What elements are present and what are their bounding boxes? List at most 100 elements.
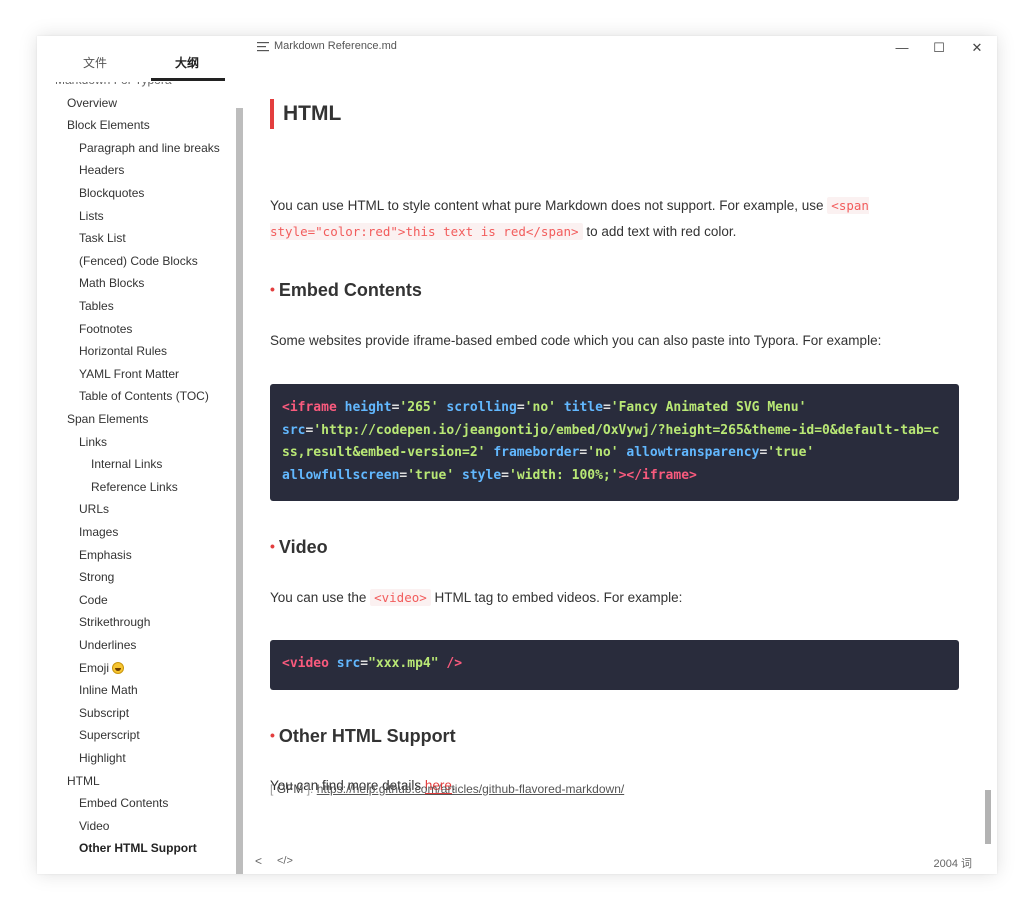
- close-button[interactable]: ✕: [965, 38, 989, 58]
- outline-item[interactable]: Blockquotes: [79, 185, 144, 201]
- intro-text-before: You can use HTML to style content what p…: [270, 198, 828, 213]
- active-tab-indicator: [151, 78, 225, 81]
- code-token-pun: [454, 468, 462, 483]
- maximize-button[interactable]: ☐: [927, 38, 951, 58]
- outline-item-label: Emoji: [79, 660, 110, 675]
- outline-item-label: Embed Contents: [79, 796, 169, 811]
- outline-item[interactable]: Span Elements: [67, 411, 148, 427]
- menu-lines-icon[interactable]: [257, 42, 269, 52]
- content-scrollbar[interactable]: [985, 790, 991, 844]
- outline-item[interactable]: Tables: [79, 298, 114, 314]
- outline-item[interactable]: Subscript: [79, 705, 129, 721]
- outline-list: Markdown For Typora Overview Block Element…: [37, 82, 237, 874]
- outline-item[interactable]: Links: [79, 434, 107, 450]
- outline-item-label: Strikethrough: [79, 615, 151, 630]
- code-token-pun: =: [516, 400, 525, 415]
- reference-definition: [ GFM ]: https://help.github.com/article…: [270, 782, 624, 796]
- outline-item[interactable]: Math Blocks: [79, 275, 144, 291]
- status-bar: < </> 2004 词: [244, 852, 997, 874]
- outline-item[interactable]: Internal Links: [91, 456, 162, 472]
- code-token-str: 'true': [407, 467, 455, 483]
- outline-item-label: Inline Math: [79, 683, 138, 698]
- document-title: Markdown Reference.md: [274, 40, 397, 52]
- outline-item-label: Blockquotes: [79, 186, 145, 200]
- outline-item[interactable]: Table of Contents (TOC): [79, 388, 209, 404]
- code-token-tag: />: [446, 656, 463, 671]
- heading-other-html: • Other HTML Support: [270, 726, 456, 747]
- video-code-block[interactable]: <video src="xxx.mp4" />: [270, 640, 959, 690]
- outline-item[interactable]: Images: [79, 524, 118, 540]
- code-token-attr: src: [336, 656, 361, 671]
- outline-item[interactable]: Strikethrough: [79, 614, 150, 630]
- outline-item[interactable]: Embed Contents: [79, 795, 168, 811]
- outline-item[interactable]: Lists: [79, 208, 104, 224]
- outline-item-label: Links: [79, 434, 108, 449]
- tab-outline[interactable]: 大纲: [175, 54, 199, 71]
- video-text-after: HTML tag to embed videos. For example:: [430, 590, 683, 605]
- app-window: 文件 大纲 Markdown For Typora Overview Block E…: [37, 36, 997, 874]
- video-text-before: You can use the: [270, 590, 371, 605]
- outline-item[interactable]: (Fenced) Code Blocks: [79, 253, 198, 269]
- embed-code-block[interactable]: <iframe height='265' scrolling='no' titl…: [270, 384, 959, 501]
- word-count[interactable]: 2004 词: [933, 855, 972, 871]
- outline-item[interactable]: YAML Front Matter: [79, 366, 179, 382]
- outline-item-label: Superscript: [79, 728, 140, 743]
- outline-item-label: Markdown For Typora: [55, 82, 172, 87]
- outline-item-label: HTML: [67, 773, 100, 788]
- outline-item[interactable]: Reference Links: [91, 479, 178, 495]
- outline-item[interactable]: Block Elements: [67, 117, 150, 133]
- editor-content[interactable]: HTML You can use HTML to style content w…: [244, 64, 997, 852]
- outline-item[interactable]: URLs: [79, 501, 109, 517]
- outline-item[interactable]: Task List: [79, 230, 126, 246]
- toggle-sidebar-button[interactable]: <: [255, 854, 262, 868]
- code-token-str: 'Fancy Animated SVG Menu': [610, 400, 807, 415]
- outline-item[interactable]: Code: [79, 592, 108, 608]
- ref-url-link[interactable]: https://help.github.com/articles/github-…: [317, 782, 624, 796]
- sidebar: 文件 大纲 Markdown For Typora Overview Block E…: [37, 36, 244, 874]
- code-token-str: 'no': [587, 445, 619, 460]
- outline-item[interactable]: HTML: [67, 773, 100, 789]
- outline-item-label: Table of Contents (TOC): [79, 389, 209, 404]
- outline-item-label: Images: [79, 525, 119, 539]
- code-token-attr: style: [462, 467, 502, 483]
- outline-item-label: Footnotes: [79, 321, 133, 336]
- outline-item[interactable]: Overview: [67, 95, 117, 111]
- outline-item-label: Block Elements: [67, 118, 150, 133]
- outline-item[interactable]: Paragraph and line breaks: [79, 140, 220, 156]
- outline-item[interactable]: Other HTML Support: [79, 840, 197, 856]
- outline-item-label: Internal Links: [91, 457, 163, 472]
- outline-item[interactable]: Emphasis: [79, 547, 132, 563]
- code-token-str: 'true': [767, 445, 815, 460]
- tab-files[interactable]: 文件: [83, 54, 107, 71]
- outline-item[interactable]: Superscript: [79, 727, 140, 743]
- outline-item[interactable]: Underlines: [79, 637, 136, 653]
- outline-item[interactable]: Horizontal Rules: [79, 343, 167, 359]
- outline-item[interactable]: Inline Math: [79, 682, 138, 698]
- sidebar-scrollbar[interactable]: [236, 108, 243, 874]
- outline-item-label: Lists: [79, 208, 104, 223]
- code-token-attr: src: [282, 422, 306, 438]
- outline-item-label: Other HTML Support: [79, 841, 197, 856]
- outline-item[interactable]: Strong: [79, 569, 114, 585]
- bullet-icon: •: [270, 538, 275, 554]
- minimize-button[interactable]: —: [890, 38, 914, 58]
- heading-embed-contents: • Embed Contents: [270, 280, 422, 301]
- ref-label: GFM: [276, 782, 304, 796]
- source-code-mode-button[interactable]: </>: [277, 855, 293, 867]
- heading-other-text: Other HTML Support: [278, 726, 456, 746]
- inline-code-video: <video>: [370, 589, 431, 606]
- code-token-attr: title: [563, 400, 603, 415]
- code-token-str: 'width: 100%;': [509, 467, 619, 483]
- outline-item-label: Math Blocks: [79, 276, 145, 291]
- bullet-icon: •: [270, 281, 275, 297]
- outline-item[interactable]: Highlight: [79, 750, 126, 766]
- code-token-attr: frameborder: [493, 445, 580, 460]
- outline-item-label: URLs: [79, 502, 110, 517]
- outline-item[interactable]: Video: [79, 818, 109, 834]
- code-token-pun: [329, 656, 337, 671]
- outline-item[interactable]: Headers: [79, 162, 124, 178]
- outline-item-label: Subscript: [79, 705, 130, 720]
- outline-item[interactable]: Footnotes: [79, 321, 132, 337]
- outline-item[interactable]: Markdown For Typora: [55, 82, 172, 88]
- outline-item[interactable]: Emoji: [79, 660, 125, 676]
